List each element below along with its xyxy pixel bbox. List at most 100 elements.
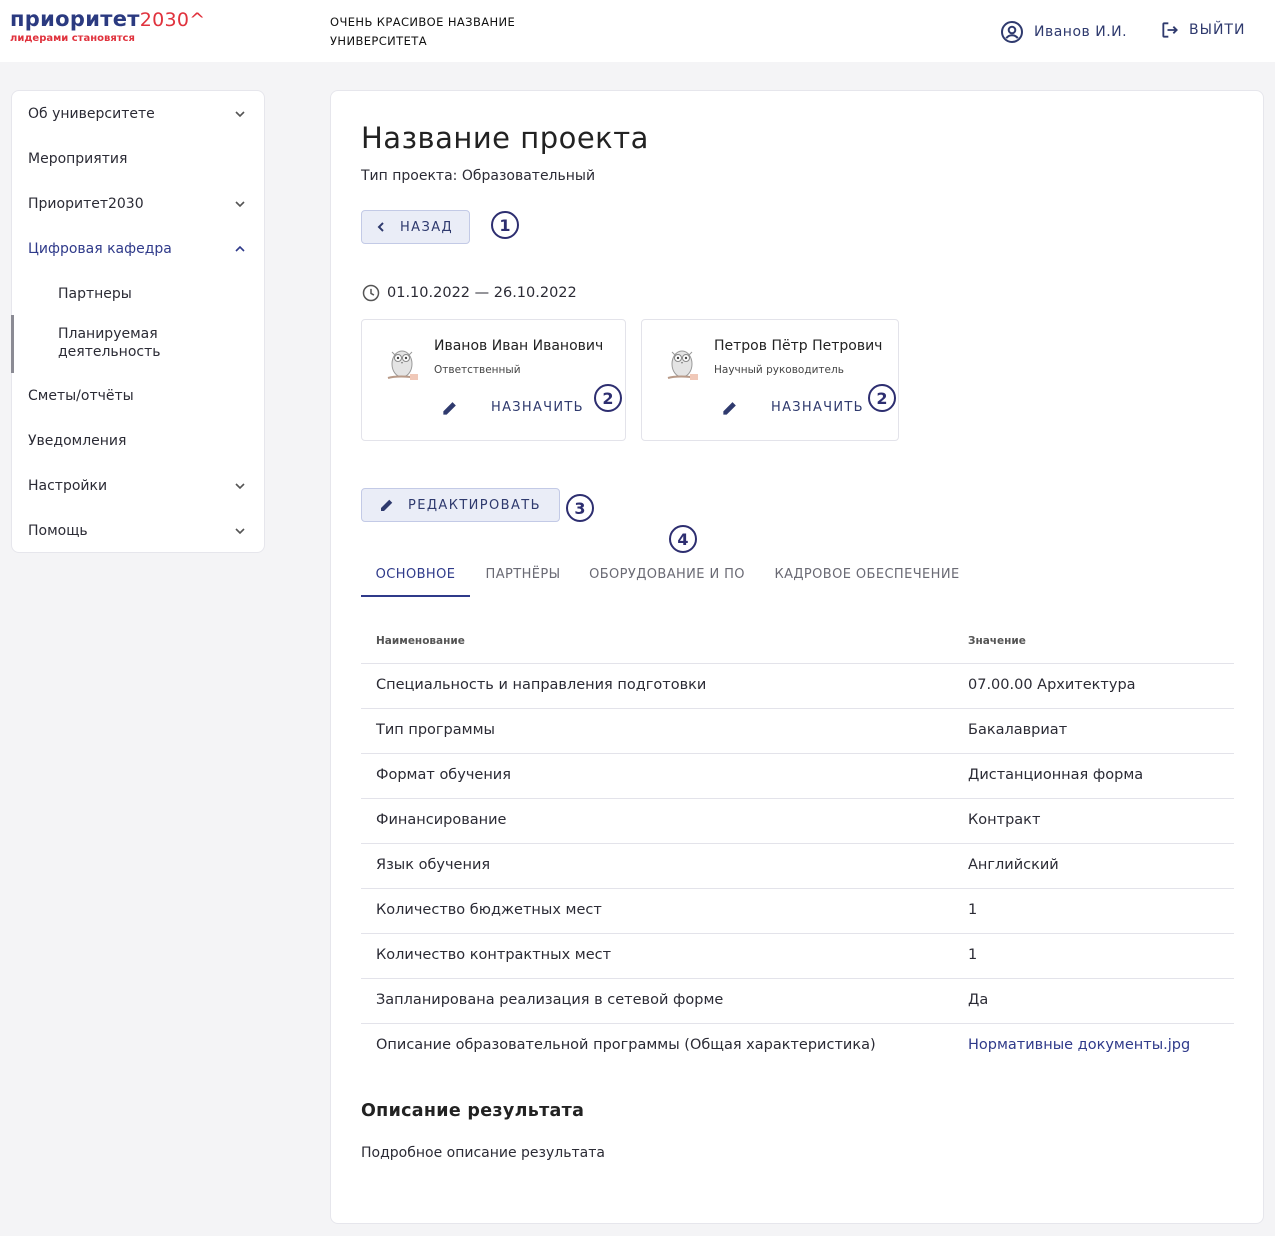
row-name: Запланирована реализация в сетевой форме <box>376 992 724 1008</box>
chevron-up-icon <box>235 245 245 252</box>
table-row: Финансирование Контракт <box>361 799 1234 844</box>
project-type: Тип проекта: Образовательный <box>361 168 596 184</box>
date-range: 01.10.2022 — 26.10.2022 <box>387 285 577 301</box>
person-card-responsible: Иванов Иван Иванович Ответственный НАЗНА… <box>361 319 626 441</box>
owl-avatar-icon <box>387 350 418 380</box>
sidebar-item-notifications[interactable]: Уведомления <box>12 418 264 463</box>
table-row: Описание образовательной программы (Обща… <box>361 1024 1234 1069</box>
tab-partners[interactable]: ПАРТНЁРЫ <box>479 557 567 597</box>
sidebar-item-planned-activity[interactable]: Планируемая деятельность <box>12 318 264 368</box>
sidebar-item-label: Планируемая деятельность <box>58 326 161 360</box>
account-circle-icon <box>1001 21 1023 43</box>
pencil-icon[interactable] <box>440 398 460 418</box>
row-value: 1 <box>968 902 978 918</box>
logo[interactable]: приоритет2030^ лидерами становятся <box>10 6 206 45</box>
sidebar-item-settings[interactable]: Настройки <box>12 463 264 508</box>
user-name: Иванов И.И. <box>1034 24 1128 40</box>
header-name: Наименование <box>376 635 465 647</box>
person-role: Научный руководитель <box>714 364 844 376</box>
table-row: Количество контрактных мест 1 <box>361 934 1234 979</box>
person-name: Иванов Иван Иванович <box>434 338 604 354</box>
logout-button[interactable]: ВЫЙТИ <box>1160 20 1245 40</box>
row-value: Да <box>968 992 989 1008</box>
document-link[interactable]: Нормативные документы.jpg <box>968 1037 1190 1053</box>
header-value: Значение <box>968 635 1026 647</box>
chevron-down-icon <box>235 482 245 489</box>
row-value: Английский <box>968 857 1059 873</box>
row-value: 07.00.00 Архитектура <box>968 677 1136 693</box>
sidebar-item-reports[interactable]: Сметы/отчёты <box>12 373 264 418</box>
table-row: Тип программы Бакалавриат <box>361 709 1234 754</box>
row-value: 1 <box>968 947 978 963</box>
row-name: Формат обучения <box>376 767 511 783</box>
sidebar-item-label: Помощь <box>28 522 88 539</box>
tab-staffing[interactable]: КАДРОВОЕ ОБЕСПЕЧЕНИЕ <box>767 557 967 597</box>
table-row: Язык обучения Английский <box>361 844 1234 889</box>
sidebar-item-events[interactable]: Мероприятия <box>12 136 264 181</box>
table-row: Запланирована реализация в сетевой форме… <box>361 979 1234 1024</box>
assign-button[interactable]: НАЗНАЧИТЬ <box>771 400 864 415</box>
sidebar-item-about[interactable]: Об университете <box>12 91 264 136</box>
sidebar-item-label: Уведомления <box>28 432 127 449</box>
sidebar-item-partners[interactable]: Партнеры <box>12 271 264 316</box>
person-role: Ответственный <box>434 364 521 376</box>
details-table: Наименование Значение Специальность и на… <box>361 619 1234 1069</box>
project-dates: 01.10.2022 — 26.10.2022 <box>361 283 577 303</box>
row-name: Тип программы <box>376 722 495 738</box>
logo-tagline: лидерами становятся <box>10 33 135 44</box>
chevron-down-icon <box>235 200 245 207</box>
sidebar-item-label: Сметы/отчёты <box>28 387 134 404</box>
pencil-icon[interactable] <box>720 398 740 418</box>
sidebar-item-label: Приоритет2030 <box>28 195 144 212</box>
table-row: Формат обучения Дистанционная форма <box>361 754 1234 799</box>
logout-icon <box>1162 22 1178 38</box>
sidebar-item-label: Настройки <box>28 477 108 494</box>
row-name: Язык обучения <box>376 857 491 873</box>
result-description: Подробное описание результата <box>361 1145 605 1161</box>
top-header: приоритет2030^ лидерами становятся ОЧЕНЬ… <box>0 0 1275 62</box>
table-header: Наименование Значение <box>361 619 1234 664</box>
back-button[interactable]: НАЗАД <box>361 210 470 244</box>
sidebar-item-label: Цифровая кафедра <box>28 240 172 257</box>
university-name: ОЧЕНЬ КРАСИВОЕ НАЗВАНИЕ УНИВЕРСИТЕТА <box>330 15 516 48</box>
chevron-down-icon <box>235 110 245 117</box>
edit-button[interactable]: РЕДАКТИРОВАТЬ <box>361 488 560 522</box>
row-name: Финансирование <box>376 812 507 828</box>
person-card-supervisor: Петров Пётр Петрович Научный руководител… <box>641 319 899 441</box>
row-name: Описание образовательной программы (Обща… <box>376 1037 876 1053</box>
row-name: Специальность и направления подготовки <box>376 677 707 693</box>
row-value: Дистанционная форма <box>968 767 1144 783</box>
tab-main[interactable]: ОСНОВНОЕ <box>361 557 470 597</box>
pencil-icon <box>381 499 393 511</box>
annotation-badge-1: 1 <box>491 211 519 239</box>
table-row: Специальность и направления подготовки 07… <box>361 664 1234 709</box>
annotation-badge-4: 4 <box>669 525 697 553</box>
logo-title: приоритет2030^ <box>10 7 206 31</box>
sidebar-item-priority2030[interactable]: Приоритет2030 <box>12 181 264 226</box>
row-name: Количество контрактных мест <box>376 947 612 963</box>
assign-button[interactable]: НАЗНАЧИТЬ <box>491 400 584 415</box>
row-value: Контракт <box>968 812 1041 828</box>
result-title: Описание результата <box>361 1101 585 1121</box>
row-value: Бакалавриат <box>968 722 1068 738</box>
annotation-badge-2: 2 <box>594 384 622 412</box>
table-row: Количество бюджетных мест 1 <box>361 889 1234 934</box>
sidebar-item-digital-department[interactable]: Цифровая кафедра <box>12 226 264 271</box>
page-title: Название проекта <box>361 121 649 155</box>
person-name: Петров Пётр Петрович <box>714 338 883 354</box>
sidebar-nav: Об университете Мероприятия Приоритет203… <box>11 90 265 553</box>
back-label: НАЗАД <box>400 219 454 235</box>
annotation-badge-3: 3 <box>566 494 594 522</box>
sidebar-item-label: Партнеры <box>58 285 132 302</box>
row-name: Количество бюджетных мест <box>376 902 602 918</box>
owl-avatar-icon <box>667 350 698 380</box>
clock-icon <box>362 284 380 302</box>
annotation-badge-2: 2 <box>868 384 896 412</box>
sidebar-item-help[interactable]: Помощь <box>12 508 264 553</box>
sidebar-item-label: Мероприятия <box>28 150 128 167</box>
user-menu[interactable]: Иванов И.И. <box>1000 20 1127 44</box>
tab-equipment[interactable]: ОБОРУДОВАНИЕ И ПО <box>585 557 749 597</box>
edit-label: РЕДАКТИРОВАТЬ <box>408 497 541 513</box>
logout-label: ВЫЙТИ <box>1189 22 1246 38</box>
chevron-down-icon <box>235 527 245 534</box>
